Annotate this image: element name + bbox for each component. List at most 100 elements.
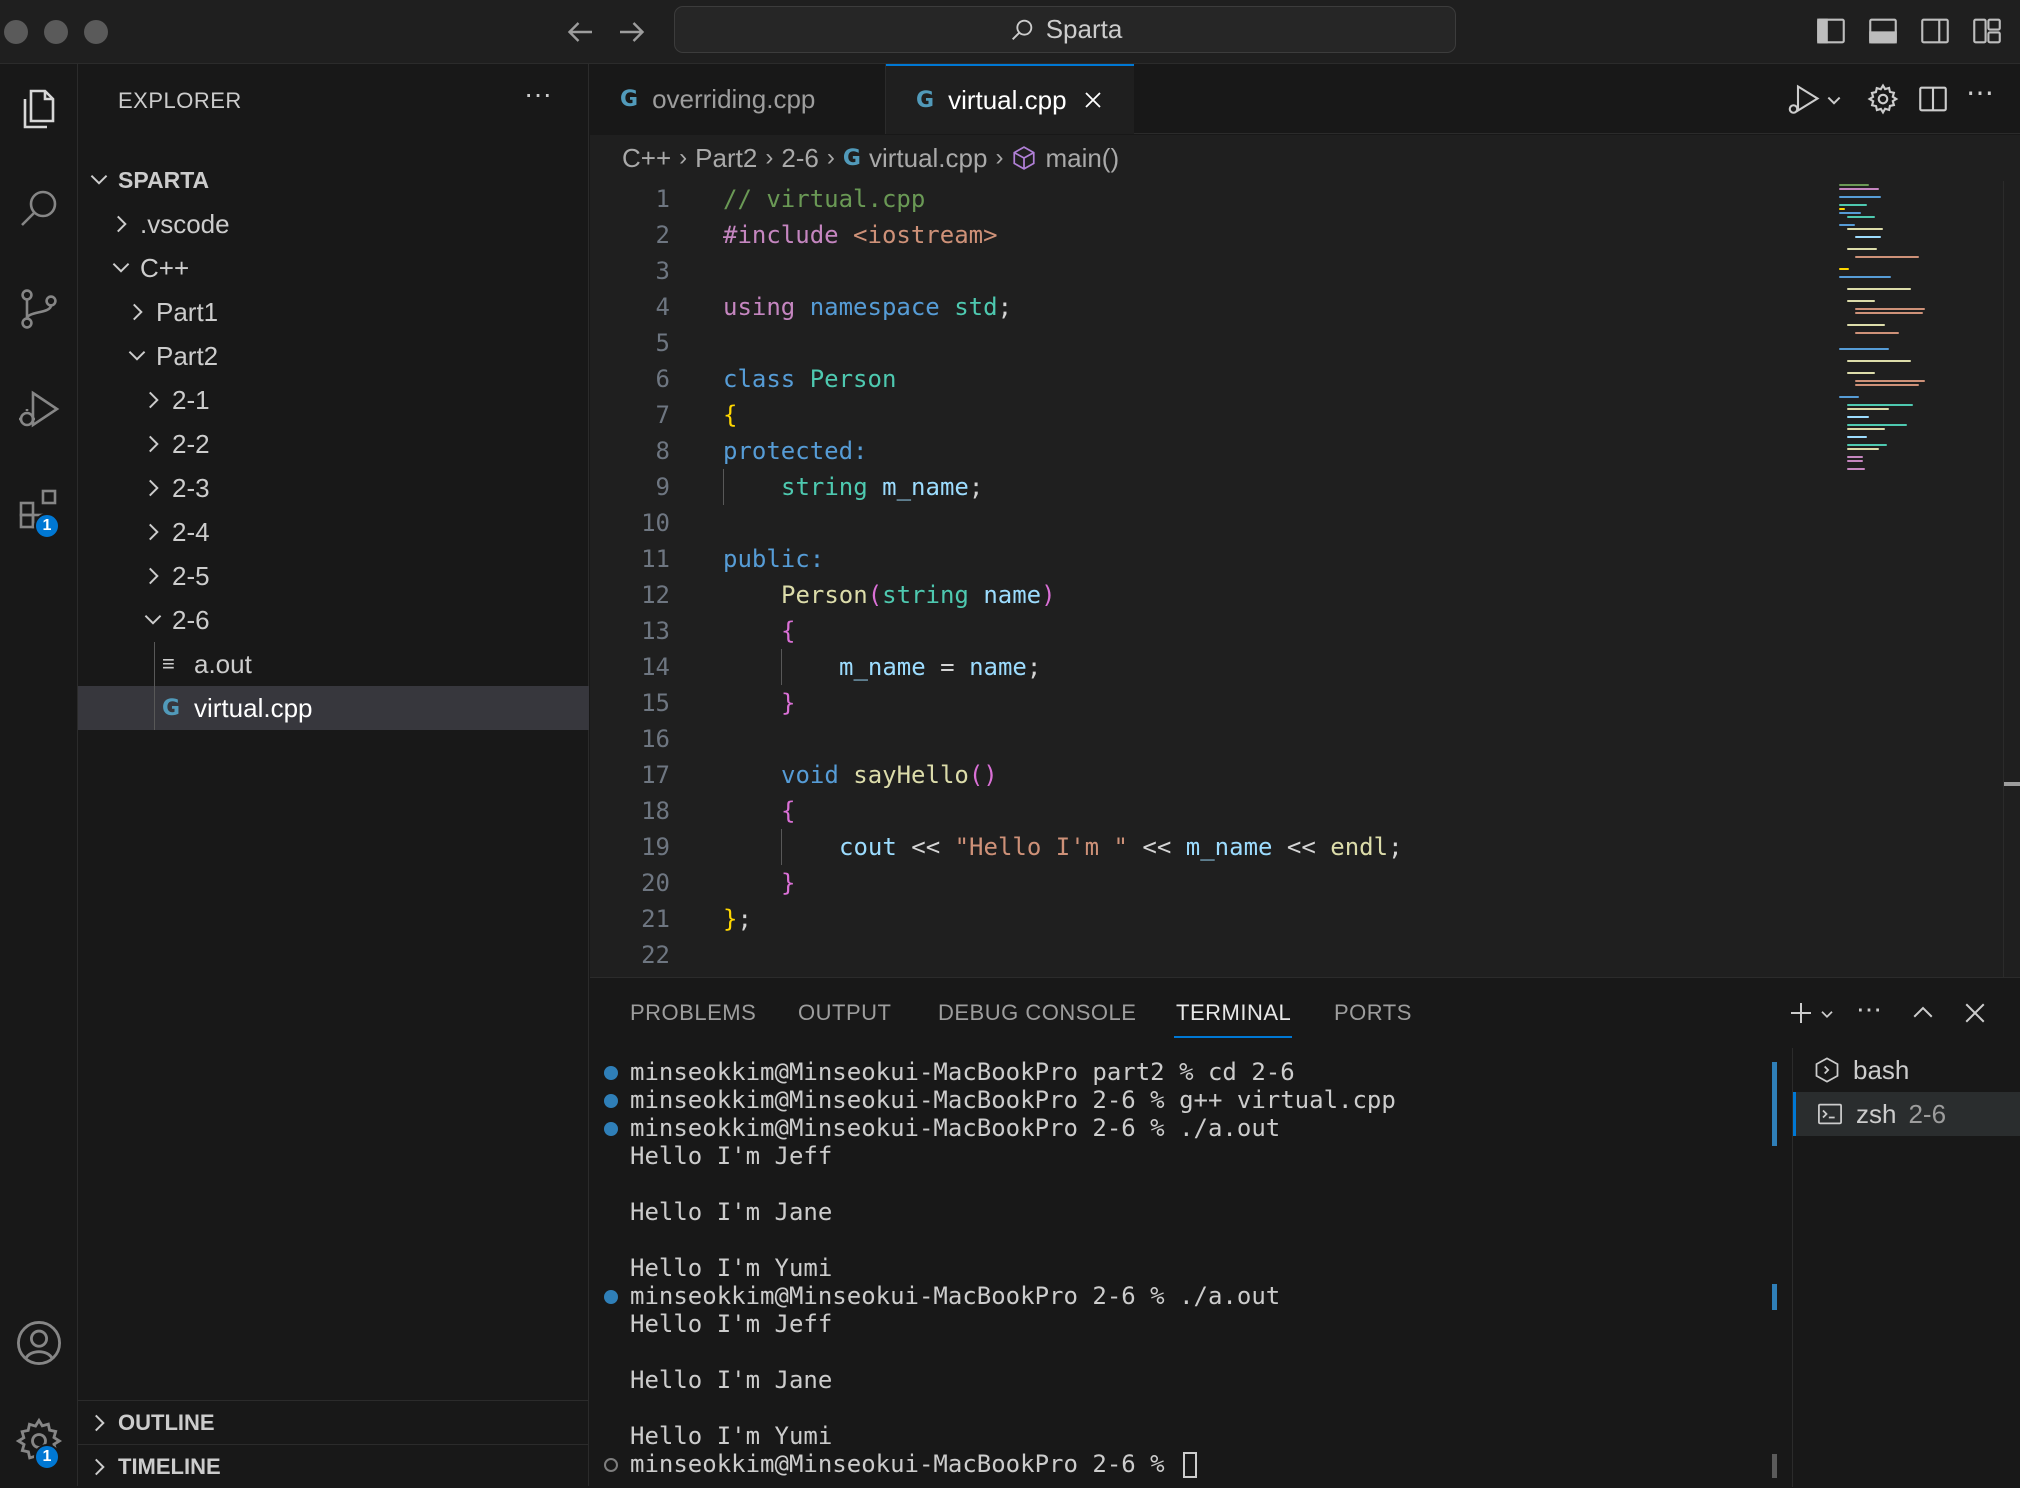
breadcrumb-item[interactable]: main()	[1045, 143, 1119, 174]
code-editor[interactable]: 1 2 3 4 5 6 7 8 9 10 11 12 13 14 15 16 1…	[590, 181, 2020, 977]
zoom-window-button[interactable]	[84, 20, 108, 44]
tree-folder-part1[interactable]: Part1	[78, 290, 589, 334]
run-and-debug-icon[interactable]	[0, 364, 78, 454]
line-number: 2	[655, 221, 670, 249]
timeline-section[interactable]: TIMELINE	[78, 1444, 589, 1488]
tree-folder-2-3[interactable]: 2-3	[78, 466, 589, 510]
extensions-icon[interactable]: 1	[0, 464, 78, 554]
tab-overriding-cpp[interactable]: G overriding.cpp	[590, 64, 886, 134]
tab-output[interactable]: OUTPUT	[798, 1000, 891, 1026]
new-terminal-plus-icon[interactable]	[1786, 998, 1816, 1028]
line-number: 3	[655, 257, 670, 285]
tab-label: virtual.cpp	[948, 84, 1067, 115]
minimap[interactable]	[1838, 181, 1948, 481]
chevron-down-icon[interactable]	[1818, 998, 1836, 1028]
line-number: 5	[655, 329, 670, 357]
close-window-button[interactable]	[4, 20, 28, 44]
search-icon[interactable]	[0, 164, 78, 254]
explorer-files-icon[interactable]	[0, 64, 78, 154]
code-line-18: {	[781, 797, 796, 825]
cpp-file-icon: G	[842, 145, 861, 171]
extensions-badge: 1	[34, 513, 60, 539]
close-icon[interactable]	[1081, 88, 1105, 112]
tree-folder-2-1[interactable]: 2-1	[78, 378, 589, 422]
code-line-17: void sayHello()	[781, 761, 998, 789]
chevron-right-icon	[149, 523, 159, 541]
code-line-7: {	[723, 401, 738, 429]
tree-folder-2-4[interactable]: 2-4	[78, 510, 589, 554]
more-actions-icon[interactable]: ⋯	[1856, 996, 1886, 1028]
tab-problems[interactable]: PROBLEMS	[630, 1000, 756, 1026]
terminal-instance-list: bash zsh 2-6	[1792, 1048, 2020, 1487]
line-number: 22	[641, 941, 670, 969]
terminal-line: Hello I'm Yumi	[630, 1422, 833, 1450]
code-line-20: }	[781, 869, 796, 897]
line-number: 21	[641, 905, 670, 933]
tree-label: 2-2	[172, 428, 210, 459]
maximize-panel-chevron-up-icon[interactable]	[1908, 998, 1938, 1028]
tree-folder-2-2[interactable]: 2-2	[78, 422, 589, 466]
search-label: Sparta	[1045, 14, 1123, 44]
forward-arrow-icon[interactable]	[614, 14, 650, 50]
line-number: 20	[641, 869, 670, 897]
tree-folder-part2[interactable]: Part2	[78, 334, 589, 378]
chevron-down-icon	[144, 614, 162, 625]
terminal-instance-zsh[interactable]: zsh 2-6	[1793, 1092, 2020, 1136]
editor-scrollbar-track[interactable]	[2003, 181, 2004, 977]
code-line-11: public:	[723, 545, 825, 573]
line-number: 15	[641, 689, 670, 717]
breadcrumb-item[interactable]: Part2	[695, 143, 757, 174]
explorer-more-button[interactable]: ···	[524, 78, 552, 110]
terminal-prompt-line[interactable]: minseokkim@Minseokui-MacBookPro 2-6 %	[630, 1450, 1198, 1478]
split-editor-icon[interactable]	[1916, 82, 1950, 116]
terminal-output[interactable]: minseokkim@Minseokui-MacBookPro part2 % …	[590, 1058, 1790, 1487]
run-debug-icon[interactable]	[1786, 82, 1822, 116]
tree-indent-guide	[154, 642, 155, 730]
outline-section[interactable]: OUTLINE	[78, 1400, 589, 1444]
tree-folder-vscode[interactable]: .vscode	[78, 202, 589, 246]
tab-terminal[interactable]: TERMINAL	[1176, 1000, 1291, 1026]
toggle-panel-icon[interactable]	[1866, 14, 1900, 48]
tree-folder-2-6[interactable]: 2-6	[78, 598, 589, 642]
tree-folder-2-5[interactable]: 2-5	[78, 554, 589, 598]
close-panel-icon[interactable]	[1960, 998, 1990, 1028]
code-line-9: string m_name;	[781, 473, 984, 501]
command-center-search[interactable]: Sparta	[674, 6, 1456, 53]
account-icon[interactable]	[0, 1298, 78, 1388]
source-control-icon[interactable]	[0, 264, 78, 354]
cpp-file-icon: G	[162, 695, 181, 721]
terminal-instance-bash[interactable]: bash	[1793, 1048, 2020, 1092]
more-actions-icon[interactable]: ⋯	[1966, 79, 2000, 116]
back-arrow-icon[interactable]	[562, 14, 598, 50]
toggle-secondary-sidebar-icon[interactable]	[1918, 14, 1952, 48]
terminal-line: minseokkim@Minseokui-MacBookPro 2-6 % ./…	[630, 1114, 1281, 1142]
tree-folder-cpp[interactable]: C++	[78, 246, 589, 290]
line-number: 4	[655, 293, 670, 321]
tab-virtual-cpp[interactable]: G virtual.cpp	[886, 64, 1134, 134]
minimize-window-button[interactable]	[44, 20, 68, 44]
code-line-4: using namespace std;	[723, 293, 1013, 321]
breadcrumb-item[interactable]: 2-6	[781, 143, 819, 174]
breadcrumb-item[interactable]: virtual.cpp	[869, 143, 988, 174]
customize-layout-icon[interactable]	[1970, 14, 2004, 48]
breadcrumb-item[interactable]: C++	[622, 143, 671, 174]
terminal-line: Hello I'm Jeff	[630, 1310, 833, 1338]
chevron-down-icon	[112, 262, 130, 273]
chevron-right-icon	[149, 567, 159, 585]
terminal-scroll-marker	[1772, 1284, 1777, 1310]
title-bar: Sparta	[0, 0, 2020, 64]
tab-debug-console[interactable]: DEBUG CONSOLE	[938, 1000, 1136, 1026]
chevron-down-icon[interactable]	[1824, 82, 1844, 116]
line-number: 8	[655, 437, 670, 465]
settings-gear-icon[interactable]	[1866, 82, 1900, 116]
tab-ports[interactable]: PORTS	[1334, 1000, 1412, 1026]
manage-gear-icon[interactable]: 1	[0, 1396, 78, 1486]
line-number: 17	[641, 761, 670, 789]
command-decoration-dot	[604, 1290, 618, 1304]
toggle-primary-sidebar-icon[interactable]	[1814, 14, 1848, 48]
line-number: 19	[641, 833, 670, 861]
tree-label: a.out	[194, 648, 252, 679]
tree-root-sparta[interactable]: SPARTA	[78, 158, 589, 202]
terminal-cursor	[1183, 1452, 1198, 1478]
bottom-panel: PROBLEMS OUTPUT DEBUG CONSOLE TERMINAL P…	[590, 977, 2020, 1487]
